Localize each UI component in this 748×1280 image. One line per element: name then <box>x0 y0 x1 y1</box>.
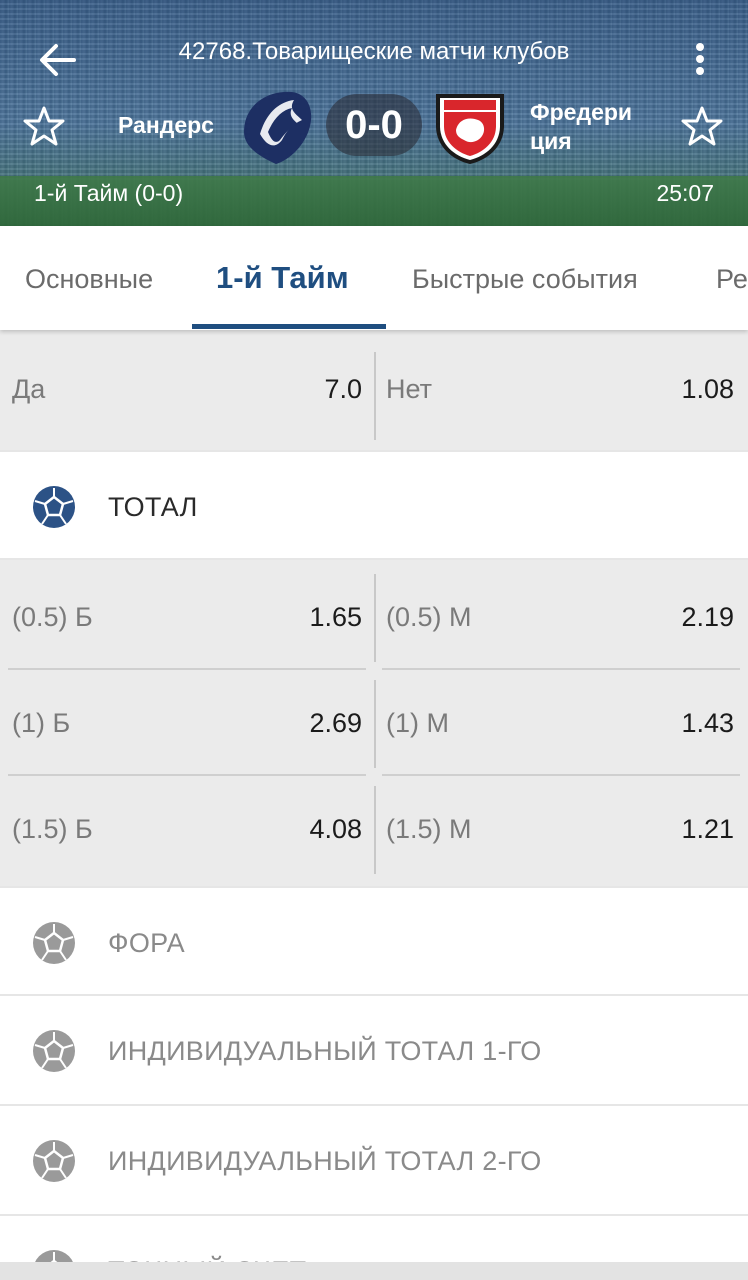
odds-cell-yes[interactable]: Да 7.0 <box>8 342 366 438</box>
odds-value: 1.43 <box>681 708 734 738</box>
tab-main[interactable]: Основные <box>25 264 153 295</box>
match-period: 1-й Тайм (0-0) <box>34 180 184 206</box>
tab-first-half[interactable]: 1-й Тайм <box>216 260 349 296</box>
odds-cell-under[interactable]: (1) М 1.43 <box>382 670 740 776</box>
match-score: 0-0 <box>326 94 422 156</box>
page-title: 42768.Товарищеские матчи клубов <box>178 38 570 65</box>
odds-value: 1.21 <box>681 814 734 844</box>
odds-value: 7.0 <box>324 374 362 404</box>
odds-row: (0.5) Б 1.65 (0.5) М 2.19 <box>0 564 748 670</box>
market-header-team2-total[interactable]: ИНДИВИДУАЛЬНЫЙ ТОТАЛ 2-ГО <box>0 1106 748 1216</box>
market-header-total[interactable]: ТОТАЛ <box>0 450 748 560</box>
odds-cell-over[interactable]: (1) Б 2.69 <box>8 670 366 776</box>
outcome-label: (0.5) Б <box>12 602 93 632</box>
odds-value: 4.08 <box>309 814 362 844</box>
away-team-name: Фредери ция <box>530 99 633 154</box>
home-team-logo <box>236 84 318 166</box>
yes-no-market: Да 7.0 Нет 1.08 <box>0 330 748 450</box>
arrow-left-icon <box>40 44 76 76</box>
more-menu-button[interactable] <box>690 40 710 80</box>
match-timer: 25:07 <box>656 180 714 206</box>
outcome-label: Да <box>12 374 46 404</box>
market-title: ИНДИВИДУАЛЬНЫЙ ТОТАЛ 2-ГО <box>108 1146 542 1176</box>
markets-list: Да 7.0 Нет 1.08 ТОТАЛ (0.5) Б 1.65 (0.5)… <box>0 330 748 1280</box>
odds-cell-no[interactable]: Нет 1.08 <box>382 342 740 438</box>
more-vertical-icon <box>696 43 704 51</box>
match-header: 42768.Товарищеские матчи клубов Рандерс … <box>0 0 748 226</box>
tab-more[interactable]: Ре <box>716 264 748 295</box>
soccer-ball-icon <box>33 922 75 964</box>
odds-cell-under[interactable]: (1.5) М 1.21 <box>382 776 740 882</box>
odds-value: 2.19 <box>681 602 734 632</box>
outcome-label: (0.5) М <box>386 602 472 632</box>
total-market-odds: (0.5) Б 1.65 (0.5) М 2.19 (1) Б 2.69 (1)… <box>0 560 748 886</box>
home-team-name: Рандерс <box>118 112 214 138</box>
star-outline-icon <box>23 106 65 146</box>
market-header-team1-total[interactable]: ИНДИВИДУАЛЬНЫЙ ТОТАЛ 1-ГО <box>0 996 748 1106</box>
odds-value: 1.08 <box>681 374 734 404</box>
outcome-label: (1) Б <box>12 708 71 738</box>
market-title: ТОТАЛ <box>108 492 198 522</box>
odds-row: Да 7.0 Нет 1.08 <box>0 342 748 440</box>
divider <box>374 786 376 874</box>
odds-cell-under[interactable]: (0.5) М 2.19 <box>382 564 740 670</box>
divider <box>374 574 376 662</box>
outcome-label: (1.5) Б <box>12 814 93 844</box>
divider <box>374 352 376 440</box>
bottom-edge <box>0 1262 748 1280</box>
favorite-home-button[interactable] <box>22 104 66 148</box>
soccer-ball-icon <box>33 1030 75 1072</box>
soccer-ball-icon <box>33 1140 75 1182</box>
odds-row: (1) Б 2.69 (1) М 1.43 <box>0 670 748 776</box>
odds-value: 2.69 <box>309 708 362 738</box>
market-title: ФОРА <box>108 928 185 958</box>
outcome-label: Нет <box>386 374 432 404</box>
soccer-ball-icon <box>33 486 75 528</box>
odds-cell-over[interactable]: (1.5) Б 4.08 <box>8 776 366 882</box>
away-team-logo <box>430 86 510 166</box>
back-button[interactable] <box>36 38 80 82</box>
active-tab-indicator <box>192 324 386 329</box>
tab-bar: Основные 1-й Тайм Быстрые события Ре <box>0 226 748 330</box>
outcome-label: (1.5) М <box>386 814 472 844</box>
outcome-label: (1) М <box>386 708 449 738</box>
divider <box>374 680 376 768</box>
star-outline-icon <box>681 106 723 146</box>
favorite-away-button[interactable] <box>680 104 724 148</box>
odds-value: 1.65 <box>309 602 362 632</box>
market-title: ИНДИВИДУАЛЬНЫЙ ТОТАЛ 1-ГО <box>108 1036 542 1066</box>
market-header-handicap[interactable]: ФОРА <box>0 886 748 996</box>
tab-quick-events[interactable]: Быстрые события <box>412 264 638 295</box>
odds-cell-over[interactable]: (0.5) Б 1.65 <box>8 564 366 670</box>
odds-row: (1.5) Б 4.08 (1.5) М 1.21 <box>0 776 748 882</box>
